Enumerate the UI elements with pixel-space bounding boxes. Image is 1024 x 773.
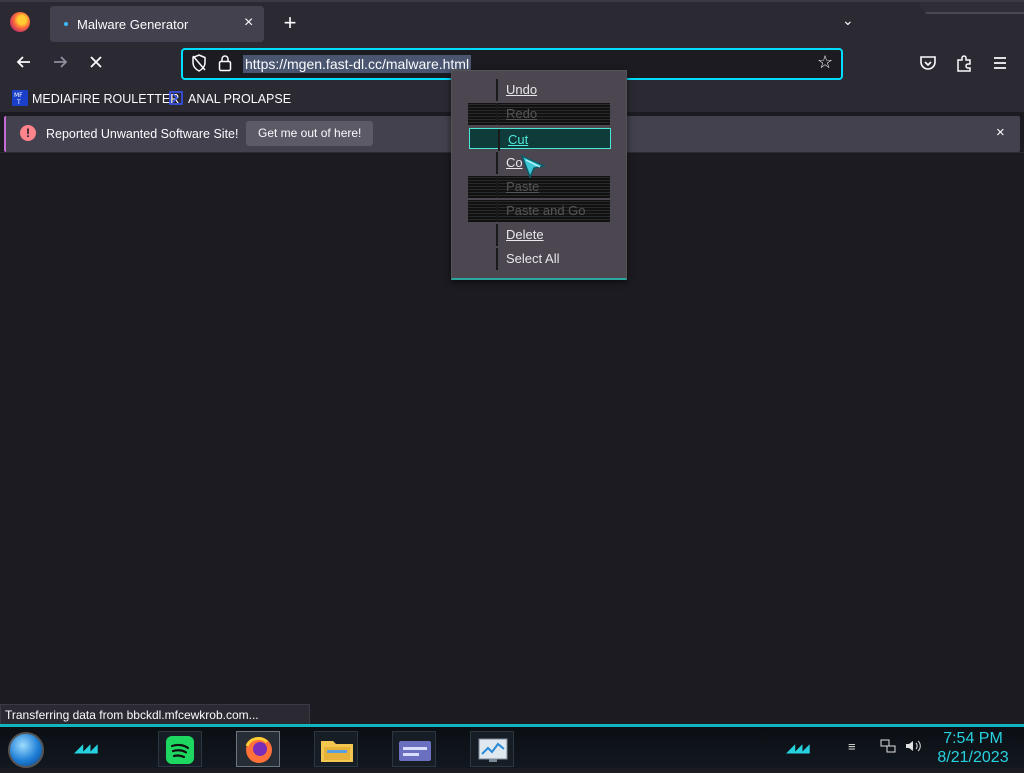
bookmark-label: MEDIAFIRE ROULETTER xyxy=(32,92,180,106)
alert-icon: ! xyxy=(20,125,36,141)
menu-item-label: Cut xyxy=(508,132,529,147)
stop-x-icon xyxy=(90,56,102,68)
taskbar-decoration-chevrons-right: ◢◢◢ xyxy=(786,741,810,755)
tab-close-icon[interactable]: × xyxy=(244,14,253,32)
get-me-out-button[interactable]: Get me out of here! xyxy=(246,121,374,146)
pocket-icon[interactable] xyxy=(919,54,937,77)
hamburger-menu-icon[interactable] xyxy=(991,54,1009,77)
lock-icon[interactable] xyxy=(218,54,232,77)
file-explorer-taskbar-button[interactable] xyxy=(314,731,358,767)
loading-dot-icon xyxy=(64,22,68,26)
notification-message: Reported Unwanted Software Site! xyxy=(46,127,239,141)
tray-stripes-icon: ≡ xyxy=(848,739,856,754)
tab-bar: Malware Generator × + ⌄ xyxy=(0,0,1024,44)
firefox-view-icon[interactable] xyxy=(10,12,30,32)
task-manager-taskbar-button[interactable] xyxy=(470,731,514,767)
mouse-cursor-icon xyxy=(520,154,546,178)
menu-item-label: Redo xyxy=(506,106,538,121)
extensions-puzzle-icon[interactable] xyxy=(955,54,973,77)
spotify-taskbar-button[interactable] xyxy=(158,731,202,767)
spotify-icon xyxy=(166,736,194,764)
clock-date: 8/21/2023 xyxy=(937,749,1009,766)
monitor-chart-icon xyxy=(478,738,508,762)
bookmark-mediafire[interactable]: MF T MEDIAFIRE ROULETTER xyxy=(12,90,179,108)
clock-time: 7:54 PM xyxy=(943,730,1003,747)
menu-item-delete[interactable]: Delete xyxy=(468,224,610,246)
menu-item-undo[interactable]: Undo xyxy=(468,79,610,101)
tracking-protection-shield-icon[interactable] xyxy=(191,54,207,77)
control-panel-taskbar-button[interactable] xyxy=(392,731,436,767)
window-corner-decoration xyxy=(918,2,1024,14)
menu-item-label: Select All xyxy=(506,251,560,266)
taskbar: ◢◢◢ ◢◢◢ ≡ 7:54 PM 8/21/2023 xyxy=(0,724,1024,768)
menu-item-paste: Paste xyxy=(468,176,610,198)
back-button[interactable] xyxy=(10,52,38,78)
svg-text:MF: MF xyxy=(14,92,23,99)
network-icon[interactable] xyxy=(880,739,896,756)
volume-icon[interactable] xyxy=(904,739,922,756)
bookmark-star-icon[interactable]: ☆ xyxy=(817,52,833,73)
firefox-icon xyxy=(245,737,272,763)
window-card-icon xyxy=(399,741,431,761)
taskbar-clock[interactable]: 7:54 PM 8/21/2023 xyxy=(930,729,1016,767)
menu-item-label: Paste xyxy=(506,179,540,194)
tab-malware-generator[interactable]: Malware Generator × xyxy=(50,6,264,42)
mediafire-icon: MFT xyxy=(12,90,28,106)
menu-item-label: Delete xyxy=(506,227,544,242)
folder-icon xyxy=(321,741,353,762)
menu-item-redo: Redo xyxy=(468,103,610,125)
firefox-taskbar-button[interactable] xyxy=(236,731,280,767)
svg-text:T: T xyxy=(16,99,21,106)
menu-item-paste-and-go: Paste and Go xyxy=(468,200,610,222)
taskbar-decoration-chevrons: ◢◢◢ xyxy=(74,741,98,755)
notification-close-icon[interactable]: × xyxy=(996,124,1005,141)
status-text: Transferring data from bbckdl.mfcewkrob.… xyxy=(0,704,310,726)
url-text[interactable]: https://mgen.fast-dl.cc/malware.html xyxy=(243,55,472,73)
bookmark-label: ANAL PROLAPSE xyxy=(188,92,292,106)
forward-arrow-icon xyxy=(54,56,68,68)
tab-title: Malware Generator xyxy=(77,17,189,32)
menu-item-cut[interactable]: Cut xyxy=(469,128,611,151)
list-all-tabs-chevron-icon[interactable]: ⌄ xyxy=(842,12,854,29)
bracket-icon xyxy=(169,91,183,105)
menu-item-label: Paste and Go xyxy=(506,203,586,218)
menu-item-select-all[interactable]: Select All xyxy=(468,248,610,270)
menu-item-label: Undo xyxy=(506,82,538,97)
bookmark-second[interactable]: ANAL PROLAPSE xyxy=(168,90,291,108)
start-orb-button[interactable] xyxy=(8,732,44,768)
forward-button[interactable] xyxy=(46,52,74,78)
new-tab-button[interactable]: + xyxy=(278,10,302,36)
back-arrow-icon xyxy=(16,56,30,68)
stop-button[interactable] xyxy=(82,52,110,78)
